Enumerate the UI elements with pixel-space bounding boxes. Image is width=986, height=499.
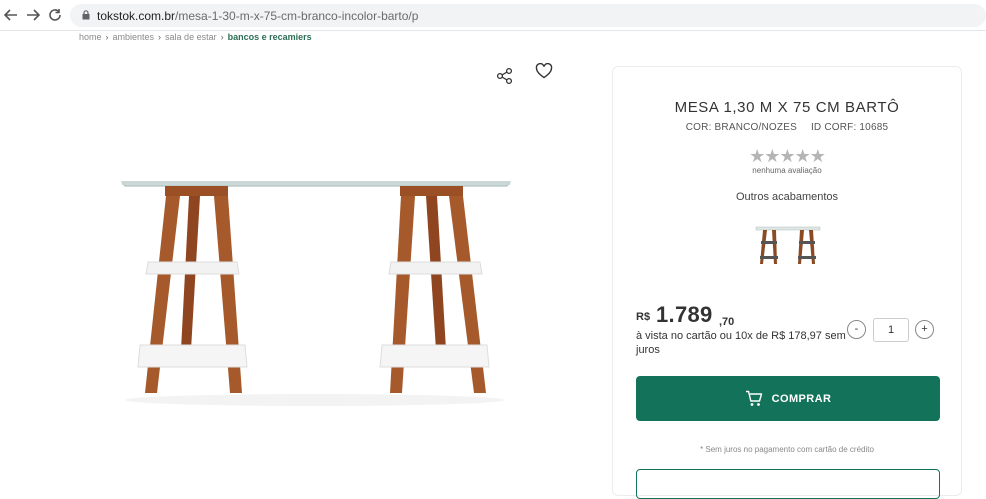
product-color: COR: BRANCO/NOZES (685, 122, 797, 133)
price-currency: R$ (636, 311, 651, 323)
breadcrumb-sala-de-estar[interactable]: sala de estar (165, 32, 217, 42)
rating-text: nenhuma avaliação (752, 166, 822, 175)
cart-icon (745, 390, 762, 406)
forward-arrow-icon[interactable] (24, 6, 42, 24)
product-meta: COR: BRANCO/NOZES ID CORF: 10685 (612, 122, 962, 133)
quantity-decrease-button[interactable]: - (847, 320, 866, 339)
secondary-button[interactable] (636, 469, 940, 499)
reload-icon[interactable] (46, 6, 64, 24)
url-domain: tokstok.com.br (97, 9, 176, 23)
price-main: 1.789 (656, 302, 713, 327)
rating-stars-icon[interactable]: ★★★★★ (612, 146, 962, 167)
browser-bar: tokstok.com.br/mesa-1-30-m-x-75-cm-branc… (0, 0, 986, 31)
buy-button[interactable]: COMPRAR (636, 376, 940, 421)
quantity-input[interactable]: 1 (873, 318, 909, 342)
chevron-right-icon: › (105, 32, 109, 42)
heart-icon[interactable] (535, 63, 553, 79)
breadcrumb-current[interactable]: bancos e recamiers (228, 32, 312, 42)
product-image (121, 181, 511, 406)
price-cents: ,70 (719, 316, 735, 328)
address-bar[interactable]: tokstok.com.br/mesa-1-30-m-x-75-cm-branc… (70, 4, 986, 27)
lock-icon (82, 10, 90, 20)
breadcrumb-home[interactable]: home (79, 32, 102, 42)
quantity-increase-button[interactable]: + (915, 320, 934, 339)
breadcrumb: home › ambientes › sala de estar › banco… (79, 32, 312, 42)
chevron-right-icon: › (158, 32, 162, 42)
url-path: /mesa-1-30-m-x-75-cm-branco-incolor-bart… (175, 9, 419, 23)
chevron-right-icon: › (220, 32, 224, 42)
product-title: MESA 1,30 M X 75 CM BARTÔ (674, 99, 900, 116)
finish-thumbnail[interactable] (755, 224, 821, 268)
buy-button-label: COMPRAR (771, 392, 832, 405)
url-text: tokstok.com.br/mesa-1-30-m-x-75-cm-branc… (97, 9, 418, 23)
back-arrow-icon[interactable] (2, 6, 20, 24)
share-icon[interactable] (496, 67, 514, 85)
other-finishes-label: Outros acabamentos (735, 191, 839, 203)
installments-text: à vista no cartão ou 10x de R$ 178,97 se… (636, 330, 846, 356)
product-id: ID CORF: 10685 (810, 122, 889, 133)
disclaimer-text: * Sem juros no pagamento com cartão de c… (700, 445, 874, 454)
breadcrumb-ambientes[interactable]: ambientes (113, 32, 155, 42)
